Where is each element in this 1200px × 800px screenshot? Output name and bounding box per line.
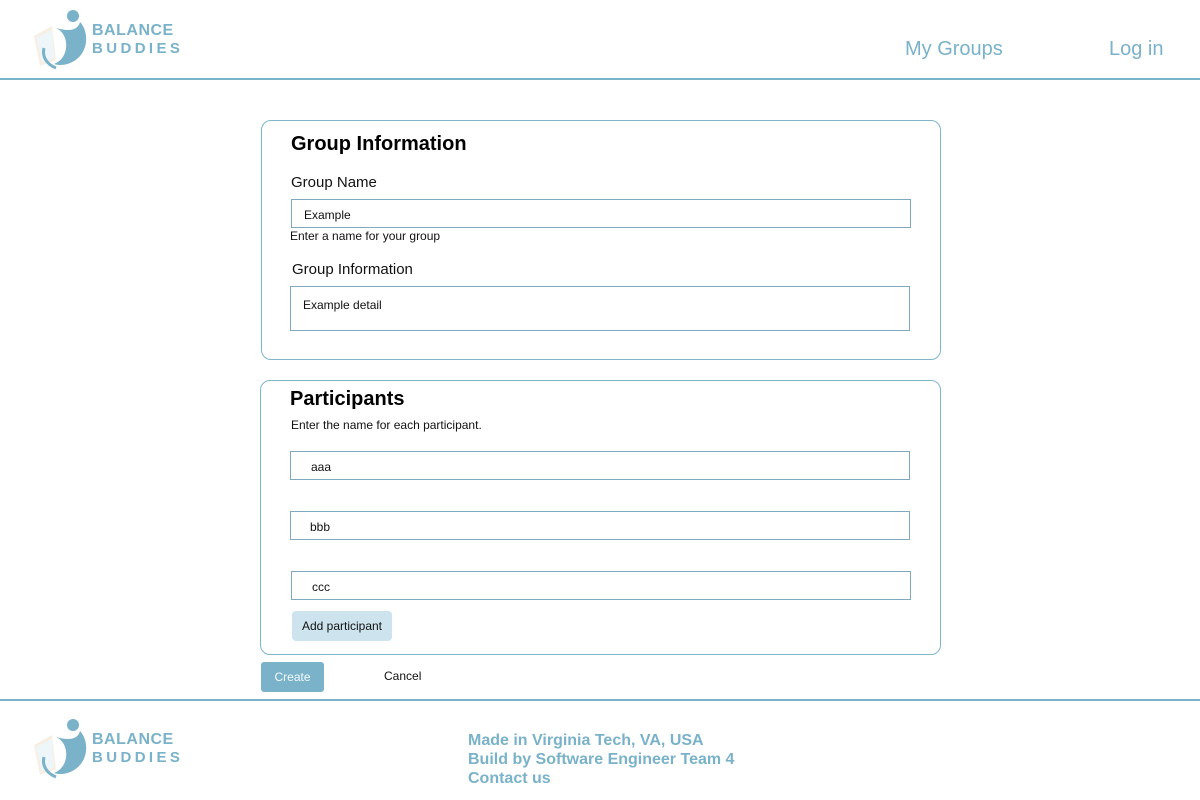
- participants-title: Participants: [290, 388, 405, 410]
- balance-buddies-logo-icon: [34, 719, 87, 779]
- footer-built-by: Build by Software Engineer Team 4: [468, 751, 735, 768]
- add-participant-button[interactable]: Add participant: [292, 611, 392, 641]
- group-name-value: Example: [304, 208, 351, 222]
- site-header: BALANCE BUDDIES My Groups Log in: [0, 0, 1200, 80]
- participant-value-3: ccc: [312, 580, 330, 594]
- group-information-title: Group Information: [291, 133, 467, 155]
- group-name-hint: Enter a name for your group: [290, 229, 441, 243]
- logo-text: BALANCE BUDDIES: [92, 22, 183, 58]
- footer-contact-us[interactable]: Contact us: [468, 769, 734, 788]
- participant-value-2: bbb: [310, 520, 331, 534]
- header-logo[interactable]: BALANCE BUDDIES: [26, 8, 183, 72]
- participant-value-1: aaa: [311, 460, 332, 474]
- footer-logo-text: BALANCE BUDDIES: [92, 731, 183, 767]
- footer-made-in: Made in Virginia Tech, VA, USA: [468, 732, 704, 749]
- group-information-textarea[interactable]: Example detail: [290, 286, 910, 331]
- participant-input-2[interactable]: bbb: [290, 511, 910, 540]
- footer-divider: [0, 699, 1200, 701]
- logo-line1: BALANCE: [92, 22, 174, 39]
- footer-info: Made in Virginia Tech, VA, USA Build by …: [468, 731, 734, 788]
- footer-logo[interactable]: BALANCE BUDDIES: [26, 717, 183, 781]
- balance-buddies-logo-icon: [34, 10, 87, 70]
- nav-log-in[interactable]: Log in: [1109, 38, 1164, 61]
- group-information-label: Group Information: [292, 261, 413, 278]
- group-information-value: Example detail: [303, 298, 382, 312]
- create-button[interactable]: Create: [261, 662, 324, 692]
- nav-my-groups[interactable]: My Groups: [905, 38, 1003, 61]
- participant-input-3[interactable]: ccc: [291, 571, 911, 600]
- participants-instruction: Enter the name for each participant.: [291, 418, 482, 432]
- group-name-input[interactable]: Example: [291, 199, 911, 228]
- cancel-button[interactable]: Cancel: [384, 669, 421, 683]
- footer-logo-line1: BALANCE: [92, 731, 174, 748]
- footer-logo-line2: BUDDIES: [92, 749, 184, 766]
- logo-line2: BUDDIES: [92, 40, 184, 57]
- participant-input-1[interactable]: aaa: [290, 451, 910, 480]
- group-name-label: Group Name: [291, 174, 377, 191]
